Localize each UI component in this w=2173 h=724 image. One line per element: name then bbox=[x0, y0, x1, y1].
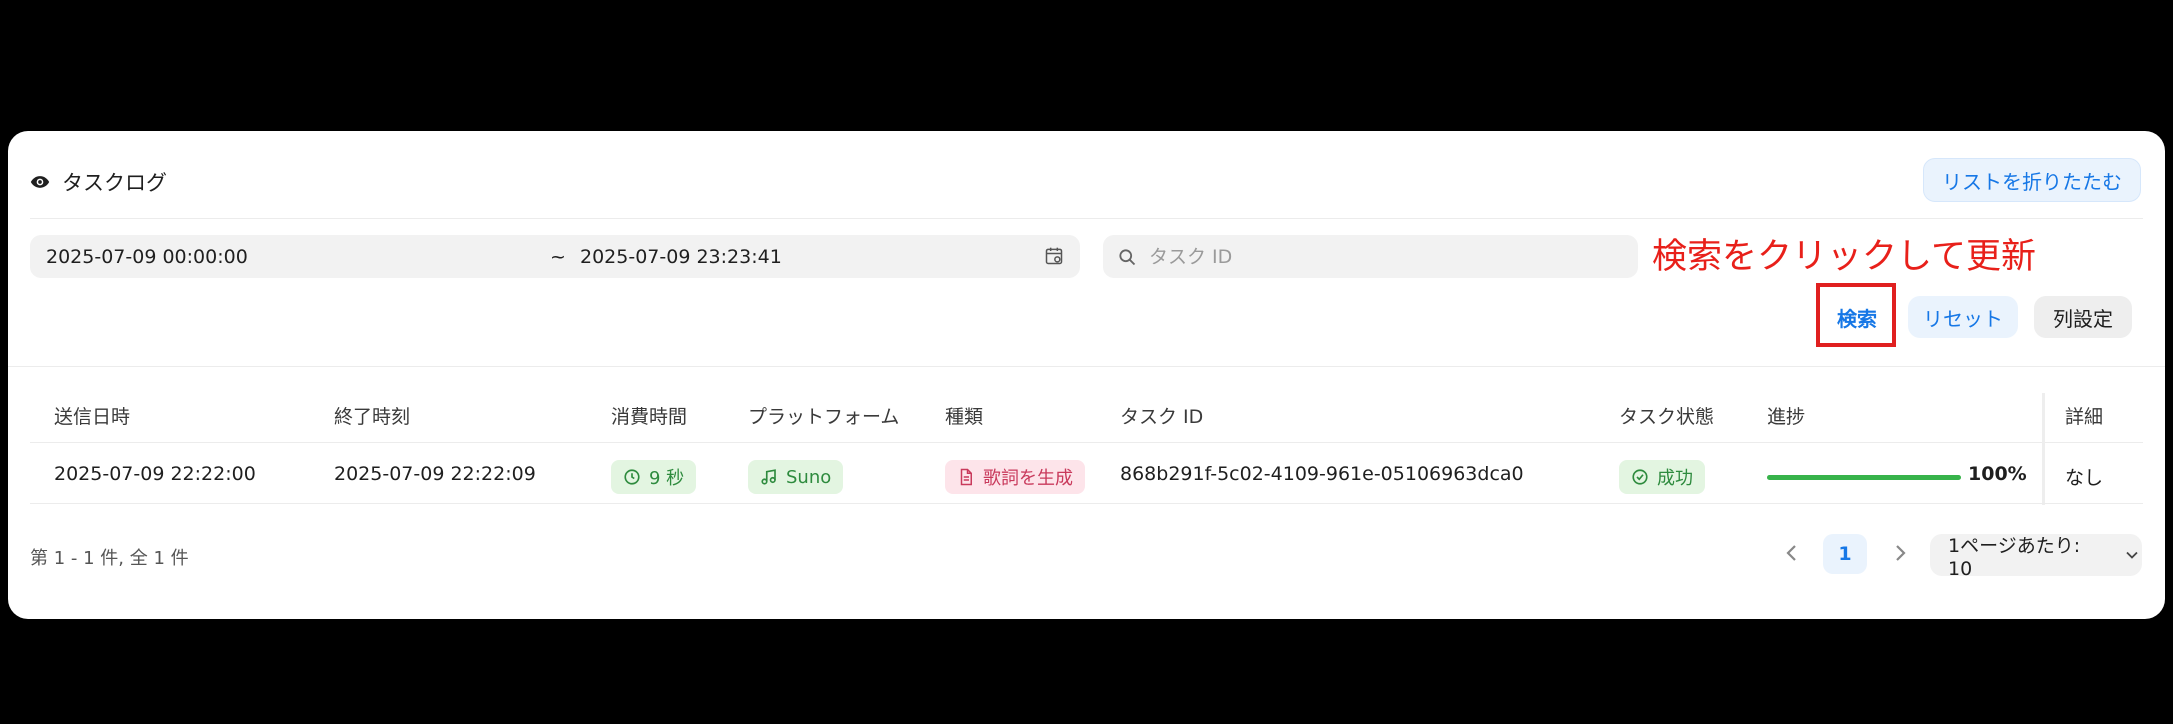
divider bbox=[30, 218, 2143, 219]
eye-icon bbox=[30, 176, 50, 188]
column-header-status: タスク状態 bbox=[1619, 406, 1715, 428]
status-badge: 成功 bbox=[1619, 460, 1705, 494]
column-header-platform: プラットフォーム bbox=[748, 406, 900, 428]
instruction-annotation: 検索をクリックして更新 bbox=[1652, 237, 2036, 277]
music-note-icon bbox=[761, 469, 776, 485]
search-icon bbox=[1119, 248, 1136, 265]
column-settings-button[interactable]: 列設定 bbox=[2034, 296, 2132, 338]
range-end-value[interactable]: 2025-07-09 23:23:41 bbox=[580, 246, 782, 268]
page-size-select[interactable]: 1ページあたり: 10 bbox=[1930, 534, 2142, 580]
document-icon bbox=[960, 468, 972, 486]
column-header-task-id: タスク ID bbox=[1120, 406, 1204, 428]
progress-percent: 100% bbox=[1968, 463, 2027, 485]
collapse-list-button[interactable]: リストを折りたたむ bbox=[1923, 158, 2141, 202]
chevron-left-icon[interactable] bbox=[1780, 541, 1804, 565]
type-tag: 歌詞を生成 bbox=[945, 460, 1085, 494]
column-header-detail: 詳細 bbox=[2065, 406, 2104, 428]
panel-title: タスクログ bbox=[62, 171, 167, 195]
search-button[interactable]: 検索 bbox=[1826, 296, 1888, 338]
status-value: 成功 bbox=[1657, 468, 1693, 489]
check-circle-icon bbox=[1632, 469, 1648, 485]
chevron-down-icon bbox=[2126, 551, 2138, 559]
task-id-search bbox=[1103, 235, 1638, 278]
range-start-value[interactable]: 2025-07-09 00:00:00 bbox=[46, 246, 248, 268]
row-divider bbox=[30, 503, 2143, 504]
page-size-value: 1ページあたり: 10 bbox=[1948, 534, 2081, 580]
calendar-icon[interactable] bbox=[1044, 246, 1064, 266]
column-header-submitted: 送信日時 bbox=[54, 406, 131, 428]
task-log-panel: タスクログ リストを折りたたむ 2025-07-09 00:00:00 ~ 20… bbox=[8, 131, 2165, 619]
platform-tag: Suno bbox=[748, 460, 844, 494]
column-header-duration: 消費時間 bbox=[611, 406, 688, 428]
divider bbox=[8, 366, 2165, 367]
duration-tag: 9 秒 bbox=[611, 460, 697, 494]
chevron-right-icon[interactable] bbox=[1888, 541, 1912, 565]
pagination-summary: 第 1 - 1 件, 全 1 件 bbox=[30, 548, 189, 569]
cell-submitted: 2025-07-09 22:22:00 bbox=[54, 463, 256, 485]
cell-detail: なし bbox=[2065, 467, 2104, 489]
reset-button[interactable]: リセット bbox=[1908, 296, 2018, 338]
column-header-type: 種類 bbox=[945, 406, 984, 428]
cell-finished: 2025-07-09 22:22:09 bbox=[334, 463, 536, 485]
duration-value: 9 秒 bbox=[649, 468, 685, 489]
clock-icon bbox=[624, 469, 640, 485]
type-value: 歌詞を生成 bbox=[983, 468, 1073, 489]
platform-value: Suno bbox=[786, 466, 832, 488]
search-input[interactable] bbox=[1147, 244, 1621, 269]
cell-task-id: 868b291f-5c02-4109-961e-05106963dca0 bbox=[1120, 463, 1524, 485]
range-separator: ~ bbox=[550, 246, 566, 268]
column-header-progress: 進捗 bbox=[1767, 406, 1806, 428]
page-button-current[interactable]: 1 bbox=[1823, 534, 1867, 574]
column-header-finished: 終了時刻 bbox=[334, 406, 411, 428]
panel-header: タスクログ bbox=[30, 167, 167, 197]
progress-bar bbox=[1767, 475, 1961, 480]
progress-bar-fill bbox=[1767, 475, 1961, 480]
date-range-picker[interactable]: 2025-07-09 00:00:00 ~ 2025-07-09 23:23:4… bbox=[30, 235, 1080, 278]
